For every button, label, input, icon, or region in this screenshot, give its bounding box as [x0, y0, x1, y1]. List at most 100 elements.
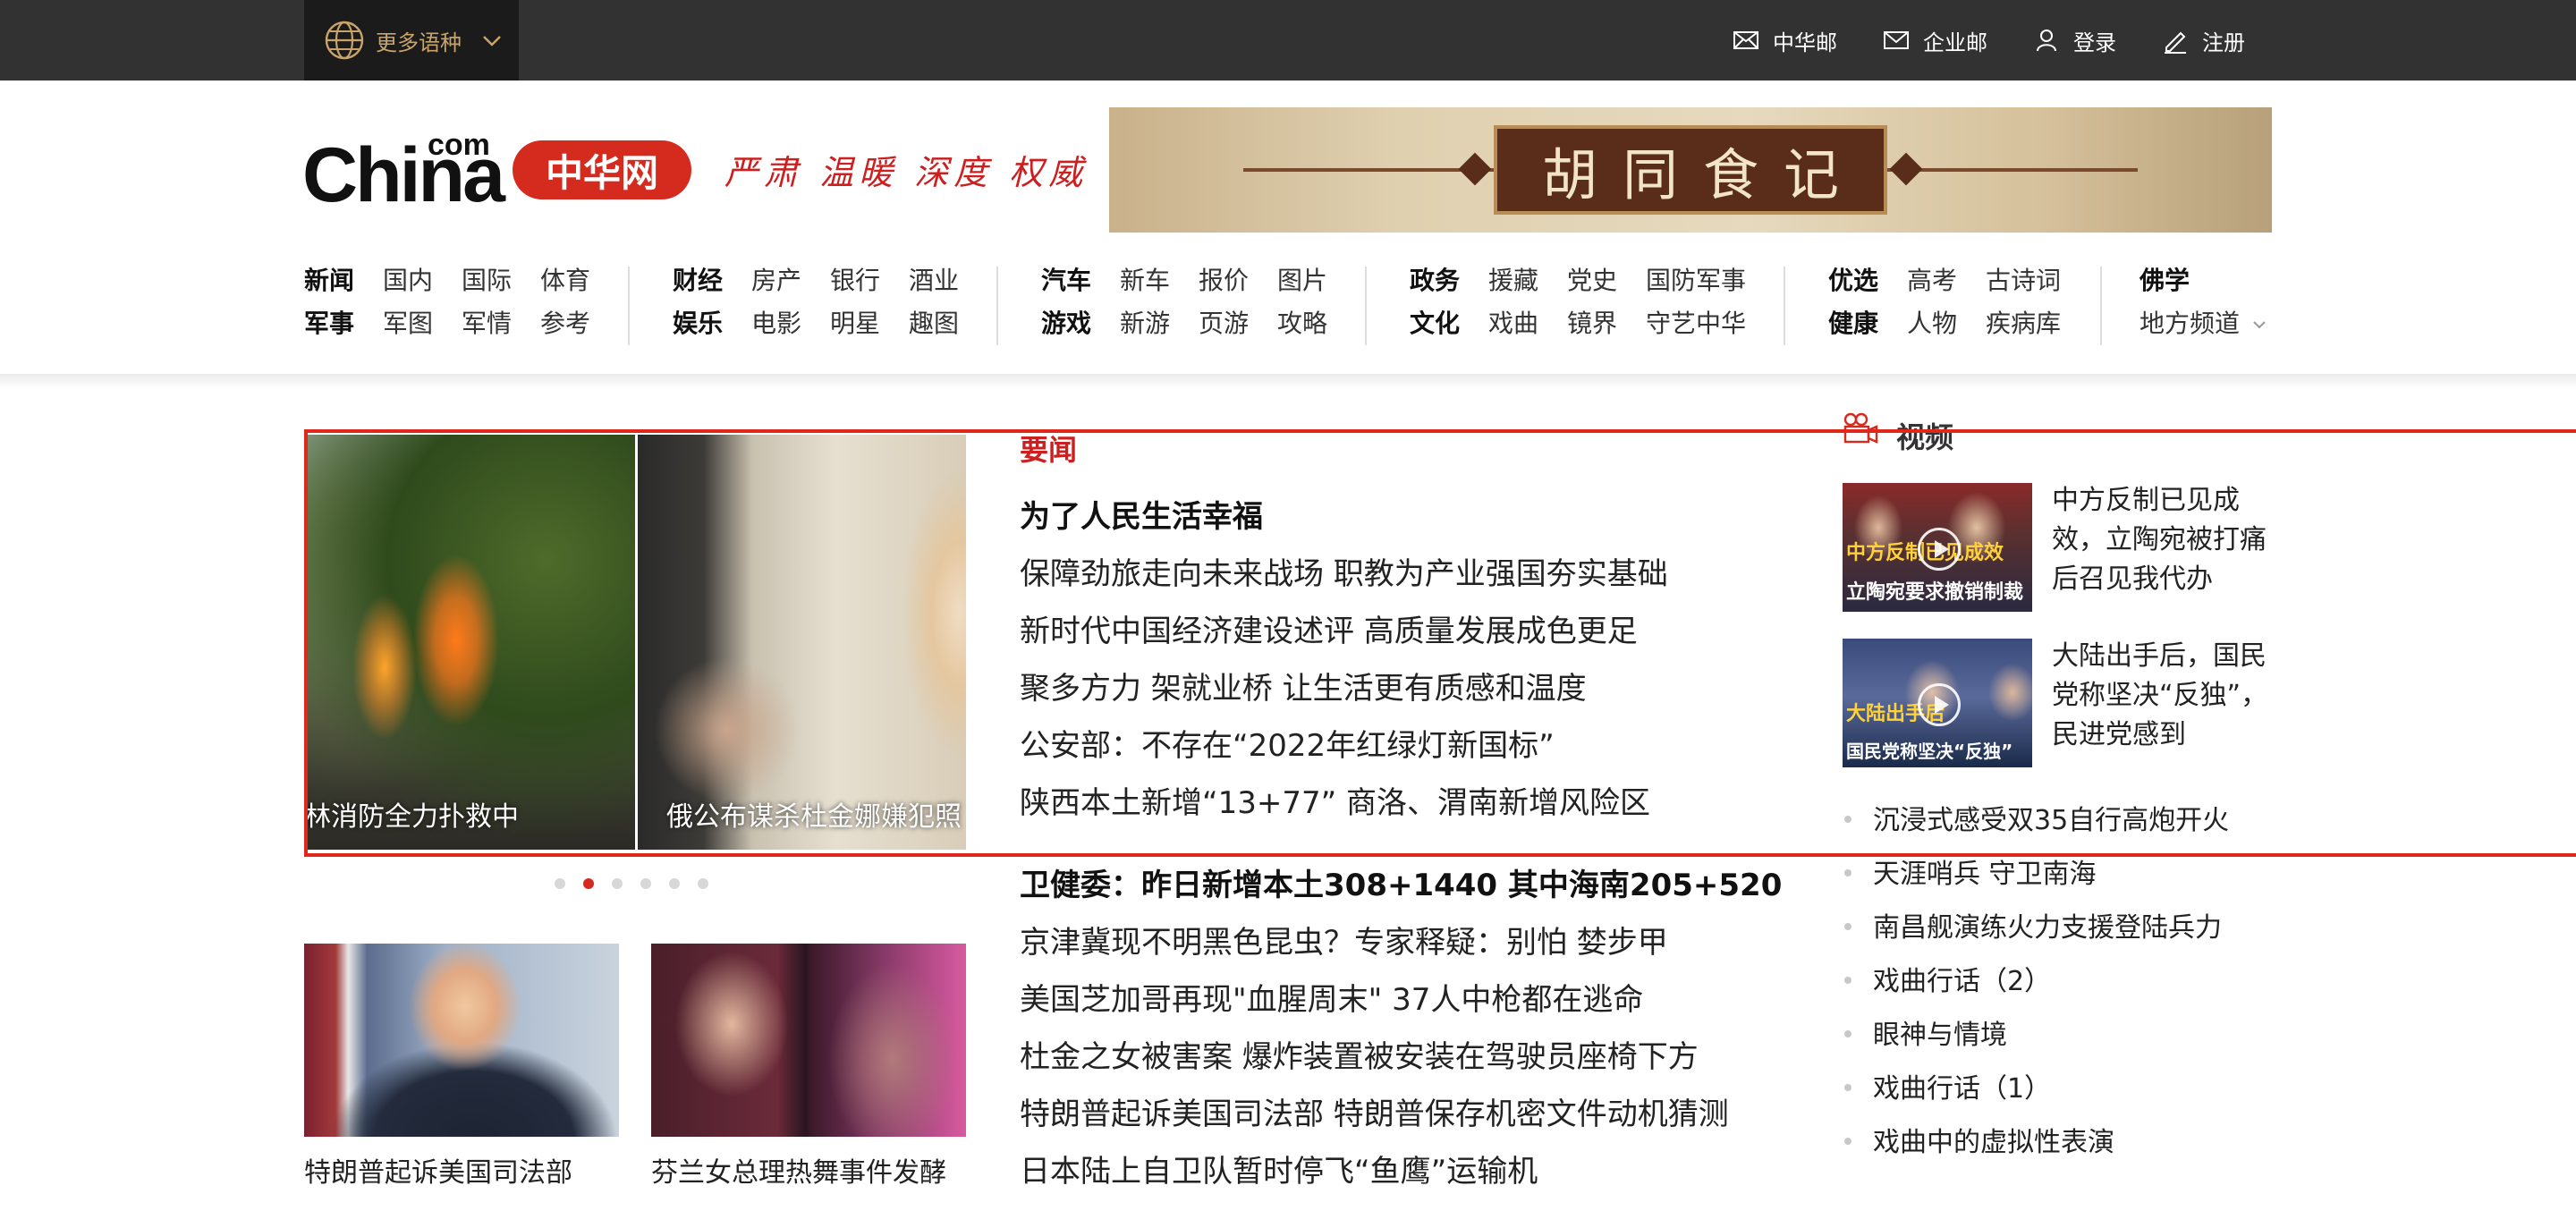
enterprise-mail-link[interactable]: 企业邮: [1882, 25, 1987, 56]
video-section-heading[interactable]: 视频: [1896, 415, 1953, 456]
nav-item[interactable]: 古诗词: [1986, 261, 2061, 297]
nav-item[interactable]: 房产: [751, 261, 801, 297]
nav-item[interactable]: 新车: [1120, 261, 1170, 297]
video-list-item[interactable]: 眼神与情境: [1844, 1012, 2007, 1052]
video-thumbnail[interactable]: 中方反制已见成效 立陶宛要求撤销制裁: [1843, 483, 2032, 612]
nav-item[interactable]: 酒业: [909, 261, 959, 297]
language-selector[interactable]: 更多语种: [304, 0, 519, 80]
video-list-item[interactable]: 戏曲行话（1）: [1844, 1066, 2051, 1105]
video-list-label: 戏曲中的虚拟性表演: [1873, 1127, 2114, 1158]
nav-item[interactable]: 健康: [1828, 304, 1878, 340]
nav-item[interactable]: 参考: [540, 304, 590, 340]
nav-item[interactable]: 游戏: [1041, 304, 1091, 340]
nav-item[interactable]: 体育: [540, 261, 590, 297]
video-thumb-text: 国民党称坚决“反独”: [1846, 741, 2013, 762]
nav-item[interactable]: 戏曲: [1488, 304, 1538, 340]
news-link[interactable]: 杜金之女被害案 爆炸装置被安装在驾驶员座椅下方: [1020, 1032, 1699, 1076]
nav-item[interactable]: 党史: [1567, 261, 1617, 297]
nav-item[interactable]: 新闻: [304, 261, 354, 297]
video-list-item[interactable]: 沉浸式感受双35自行高炮开火: [1844, 798, 2229, 837]
news-link[interactable]: 陕西本土新增“13+77” 商洛、渭南新增风险区: [1020, 778, 1650, 822]
news-link[interactable]: 特朗普起诉美国司法部 特朗普保存机密文件动机猜测: [1020, 1089, 1729, 1133]
photo-tile[interactable]: [651, 944, 966, 1137]
nav-item[interactable]: 银行: [830, 261, 880, 297]
nav-item[interactable]: 新游: [1120, 304, 1170, 340]
nav-item[interactable]: 文化: [1410, 304, 1460, 340]
news-link[interactable]: 聚多方力 架就业桥 让生活更有质感和温度: [1020, 664, 1587, 707]
nav-item[interactable]: 汽车: [1041, 261, 1091, 297]
nav-item[interactable]: 页游: [1199, 304, 1249, 340]
account-links: 中华邮 企业邮 登录 注册: [1732, 0, 2245, 80]
nav-item[interactable]: 娱乐: [673, 304, 723, 340]
news-link[interactable]: 日本陆上自卫队暂时停飞“鱼鹰”运输机: [1020, 1147, 1538, 1190]
video-thumbnail[interactable]: 大陆出手后 国民党称坚决“反独”: [1843, 639, 2032, 767]
register-link[interactable]: 注册: [2161, 25, 2245, 56]
nav-item[interactable]: 攻略: [1277, 304, 1327, 340]
bullet: [1844, 922, 1852, 930]
carousel-dot-active[interactable]: [583, 878, 594, 889]
nav-item[interactable]: 国防军事: [1646, 261, 1746, 297]
news-headline[interactable]: 为了人民生活幸福: [1020, 492, 1263, 536]
carousel-dot[interactable]: [669, 878, 680, 889]
top-bar: 更多语种 中华邮 企业邮 登录 注册: [0, 0, 2576, 80]
banner-diamond: [1889, 152, 1923, 186]
nav-item[interactable]: 电影: [751, 304, 801, 340]
nav-item[interactable]: 国内: [383, 261, 433, 297]
ad-banner[interactable]: 胡同食记: [1109, 107, 2272, 233]
bullet: [1844, 976, 1852, 984]
photo-carousel[interactable]: 森林消防全力扑救中 俄公布谋杀杜金娜嫌犯照: [304, 435, 966, 850]
nav-item[interactable]: 明星: [830, 304, 880, 340]
tile-caption[interactable]: 特朗普起诉美国司法部: [304, 1150, 572, 1190]
video-list-item[interactable]: 南昌舰演练火力支援登陆兵力: [1844, 905, 2222, 944]
video-list-item[interactable]: 天涯哨兵 守卫南海: [1844, 851, 2097, 891]
video-list-label: 天涯哨兵 守卫南海: [1873, 859, 2097, 890]
carousel-slide[interactable]: 森林消防全力扑救中: [304, 435, 635, 850]
nav-item[interactable]: 军图: [383, 304, 433, 340]
tile-caption[interactable]: 芬兰女总理热舞事件发酵: [651, 1150, 946, 1190]
news-link[interactable]: 京津冀现不明黑色昆虫？专家释疑：别怕 婪步甲: [1020, 918, 1668, 961]
china-mail-link[interactable]: 中华邮: [1732, 25, 1837, 56]
carousel-dot[interactable]: [640, 878, 651, 889]
news-link[interactable]: 公安部：不存在“2022年红绿灯新国标”: [1020, 721, 1555, 765]
site-slogan: 严肃 温暖 深度 权威: [724, 153, 1089, 192]
carousel-slide[interactable]: 俄公布谋杀杜金娜嫌犯照: [638, 435, 966, 850]
nav-item[interactable]: 人物: [1907, 304, 1957, 340]
news-link[interactable]: 新时代中国经济建设述评 高质量发展成色更足: [1020, 606, 1638, 650]
headline-news-heading[interactable]: 要闻: [1020, 428, 1077, 469]
nav-item[interactable]: 佛学: [2140, 261, 2190, 297]
nav-item[interactable]: 高考: [1907, 261, 1957, 297]
nav-item[interactable]: 政务: [1410, 261, 1460, 297]
bullet: [1844, 815, 1852, 823]
slide-caption: 俄公布谋杀杜金娜嫌犯照: [666, 801, 962, 833]
nav-item[interactable]: 国际: [462, 261, 512, 297]
site-logo[interactable]: China com 中华网: [302, 128, 696, 218]
login-link[interactable]: 登录: [2032, 25, 2116, 56]
video-title[interactable]: 中方反制已见成效，立陶宛被打痛后召见我代办: [2052, 481, 2275, 601]
bullet: [1844, 1029, 1852, 1037]
video-list-item[interactable]: 戏曲行话（2）: [1844, 959, 2051, 998]
nav-item[interactable]: 图片: [1277, 261, 1327, 297]
nav-item[interactable]: 趣图: [909, 304, 959, 340]
nav-item[interactable]: 财经: [673, 261, 723, 297]
news-headline[interactable]: 卫健委：昨日新增本土308+1440 其中海南205+520: [1020, 860, 1782, 904]
nav-item[interactable]: 军情: [462, 304, 512, 340]
video-title[interactable]: 大陆出手后，国民党称坚决“反独”，民进党感到: [2052, 637, 2275, 757]
nav-item[interactable]: 守艺中华: [1646, 304, 1746, 340]
photo-tile[interactable]: [304, 944, 619, 1137]
nav-item[interactable]: 疾病库: [1986, 304, 2061, 340]
nav-item[interactable]: 报价: [1199, 261, 1249, 297]
carousel-dot[interactable]: [612, 878, 623, 889]
video-list-label: 眼神与情境: [1873, 1020, 2007, 1051]
nav-item[interactable]: 军事: [304, 304, 354, 340]
nav-item[interactable]: 援藏: [1488, 261, 1538, 297]
nav-item[interactable]: 镜界: [1567, 304, 1617, 340]
news-link[interactable]: 保障劲旅走向未来战场 职教为产业强国夯实基础: [1020, 549, 1668, 593]
nav-item[interactable]: 优选: [1828, 261, 1878, 297]
carousel-dot[interactable]: [698, 878, 708, 889]
carousel-dot[interactable]: [555, 878, 565, 889]
news-link[interactable]: 美国芝加哥再现"血腥周末" 37人中枪都在逃命: [1020, 975, 1643, 1019]
banner-diamond: [1458, 152, 1492, 186]
video-list-item[interactable]: 戏曲中的虚拟性表演: [1844, 1120, 2114, 1159]
local-channels-dropdown[interactable]: 地方频道: [2140, 304, 2267, 340]
logo-badge: 中华网: [513, 140, 691, 199]
